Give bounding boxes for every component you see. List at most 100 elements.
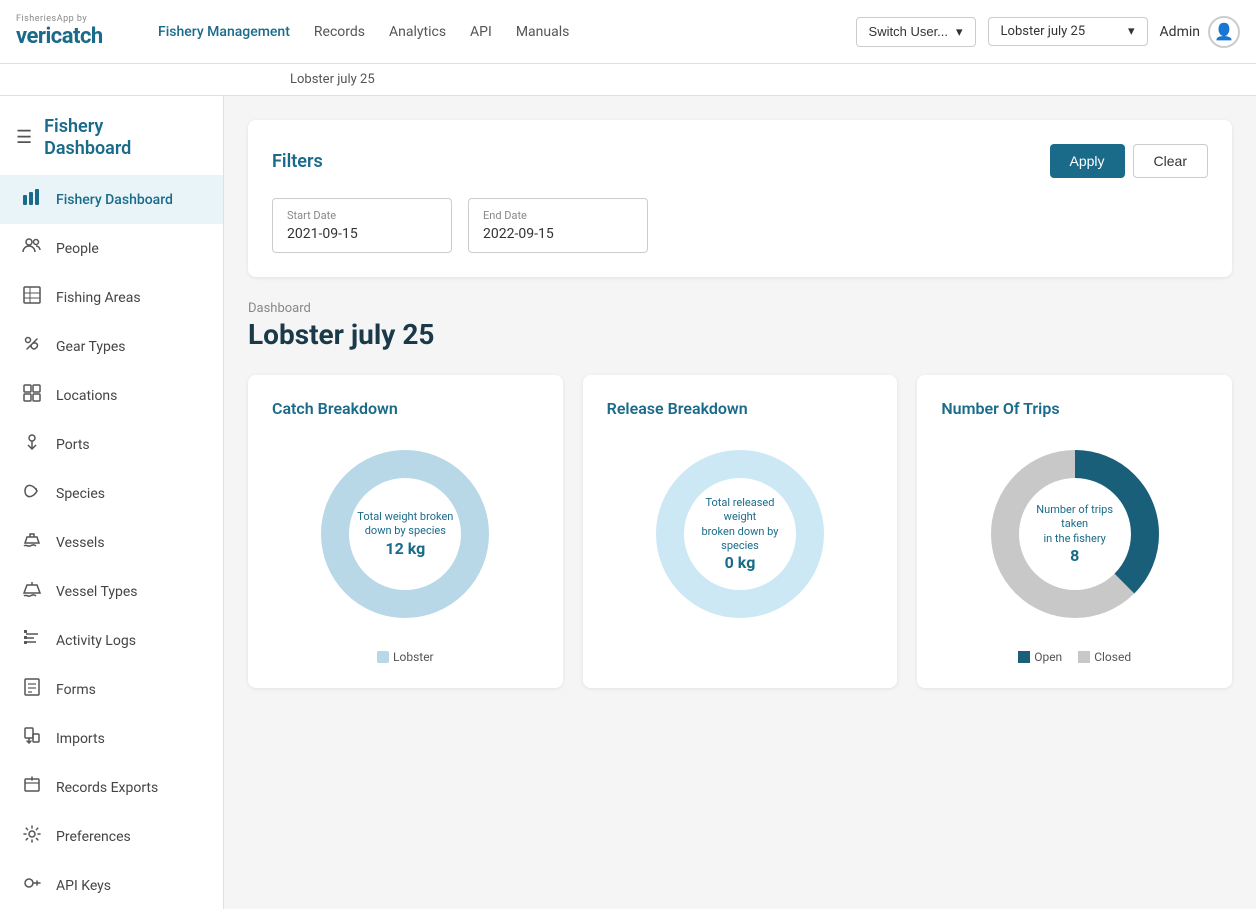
sidebar-item-vessel-types[interactable]: Vessel Types (0, 567, 223, 616)
trips-title: Number Of Trips (941, 399, 1208, 418)
people-icon (20, 236, 44, 261)
ports-icon (20, 432, 44, 457)
sidebar-item-label-gear-types: Gear Types (56, 339, 126, 355)
catch-legend-dot (377, 651, 389, 663)
sidebar-item-imports[interactable]: Imports (0, 714, 223, 763)
sidebar-item-activity-logs[interactable]: Activity Logs (0, 616, 223, 665)
menu-item-fishery-management[interactable]: Fishery Management (158, 20, 290, 44)
sidebar-item-api-keys[interactable]: API Keys (0, 861, 223, 909)
sidebar-item-label-imports: Imports (56, 731, 105, 747)
sidebar: ☰ Fishery Dashboard Fishery Dashboard (0, 96, 224, 909)
sidebar-item-species[interactable]: Species (0, 469, 223, 518)
sidebar-item-label-preferences: Preferences (56, 829, 131, 845)
gear-types-icon (20, 334, 44, 359)
dashboard-label: Dashboard (248, 301, 1232, 316)
menu-item-records[interactable]: Records (314, 20, 365, 44)
sidebar-header: ☰ Fishery Dashboard (0, 96, 223, 167)
logo-image: FisheriesApp by vericatch (16, 14, 126, 50)
logo: FisheriesApp by vericatch (16, 14, 126, 50)
sidebar-item-locations[interactable]: Locations (0, 371, 223, 420)
sidebar-title: Fishery Dashboard (44, 116, 131, 159)
hamburger-icon[interactable]: ☰ (16, 127, 32, 148)
records-exports-icon (20, 775, 44, 800)
release-donut-container: Total released weightbroken down by spec… (607, 434, 874, 650)
sidebar-item-label-forms: Forms (56, 682, 96, 698)
catch-legend-label: Lobster (393, 650, 434, 664)
sidebar-item-vessels[interactable]: Vessels (0, 518, 223, 567)
clear-button[interactable]: Clear (1133, 144, 1208, 178)
cards-row: Catch Breakdown Total weight brokendown … (248, 375, 1232, 688)
sidebar-nav: Fishery Dashboard People (0, 167, 223, 909)
sidebar-item-label-ports: Ports (56, 437, 90, 453)
catch-center-label: Total weight brokendown by species (357, 510, 453, 539)
topnav-right: Switch User... ▾ Lobster july 25 ▾ Admin… (856, 16, 1240, 48)
preferences-icon (20, 824, 44, 849)
topnav: FisheriesApp by vericatch Fishery Manage… (0, 0, 1256, 64)
sidebar-item-label-activity-logs: Activity Logs (56, 633, 136, 649)
end-date-field[interactable]: End Date 2022-09-15 (468, 198, 648, 253)
switch-user-chevron-icon: ▾ (956, 24, 963, 40)
sidebar-item-label-api-keys: API Keys (56, 878, 111, 894)
menu-item-manuals[interactable]: Manuals (516, 20, 570, 44)
top-menu: Fishery Management Records Analytics API… (158, 20, 856, 44)
trips-closed-dot (1078, 651, 1090, 663)
sidebar-item-label-people: People (56, 241, 99, 257)
switch-user-button[interactable]: Switch User... ▾ (856, 17, 976, 47)
sidebar-item-forms[interactable]: Forms (0, 665, 223, 714)
trips-center-value: 8 (1025, 546, 1125, 565)
sidebar-item-people[interactable]: People (0, 224, 223, 273)
start-date-field[interactable]: Start Date 2021-09-15 (272, 198, 452, 253)
sidebar-item-records-exports[interactable]: Records Exports (0, 763, 223, 812)
locations-icon (20, 383, 44, 408)
trips-card: Number Of Trips Number of trips taken (917, 375, 1232, 688)
apply-button[interactable]: Apply (1050, 144, 1125, 178)
species-icon (20, 481, 44, 506)
filters-row: Start Date 2021-09-15 End Date 2022-09-1… (272, 198, 1208, 253)
catch-breakdown-title: Catch Breakdown (272, 399, 539, 418)
menu-item-api[interactable]: API (470, 20, 492, 44)
admin-section[interactable]: Admin 👤 (1160, 16, 1240, 48)
main-content: Filters Apply Clear Start Date 2021-09-1… (224, 96, 1256, 909)
sidebar-item-ports[interactable]: Ports (0, 420, 223, 469)
catch-donut-wrapper: Total weight brokendown by species 12 kg (305, 434, 505, 634)
fishery-chevron-icon: ▾ (1128, 24, 1135, 39)
filters-actions: Apply Clear (1050, 144, 1209, 178)
trips-legend: Open Closed (1018, 650, 1131, 664)
breadcrumb: Lobster july 25 (0, 64, 1256, 96)
trips-open-label: Open (1034, 650, 1062, 664)
sidebar-item-fishing-areas[interactable]: Fishing Areas (0, 273, 223, 322)
release-breakdown-title: Release Breakdown (607, 399, 874, 418)
release-breakdown-card: Release Breakdown Total released weightb… (583, 375, 898, 688)
vessel-types-icon (20, 579, 44, 604)
catch-legend: Lobster (377, 650, 434, 664)
start-date-label: Start Date (287, 209, 437, 222)
admin-label: Admin (1160, 24, 1200, 40)
start-date-value: 2021-09-15 (287, 226, 437, 242)
dashboard-title: Lobster july 25 (248, 318, 1232, 351)
fishery-select-label: Lobster july 25 (1001, 24, 1086, 39)
avatar[interactable]: 👤 (1208, 16, 1240, 48)
sidebar-item-preferences[interactable]: Preferences (0, 812, 223, 861)
imports-icon (20, 726, 44, 751)
bar-chart-icon (20, 187, 44, 212)
logo-text-top: FisheriesApp by (16, 14, 126, 24)
activity-logs-icon (20, 628, 44, 653)
sidebar-item-gear-types[interactable]: Gear Types (0, 322, 223, 371)
vessels-icon (20, 530, 44, 555)
trips-donut-wrapper: Number of trips takenin the fishery 8 (975, 434, 1175, 634)
sidebar-item-label-records-exports: Records Exports (56, 780, 158, 796)
filters-title: Filters (272, 151, 323, 172)
sidebar-item-fishery-dashboard[interactable]: Fishery Dashboard (0, 175, 223, 224)
trips-legend-closed: Closed (1078, 650, 1131, 664)
trips-legend-open: Open (1018, 650, 1062, 664)
layout: ☰ Fishery Dashboard Fishery Dashboard (0, 96, 1256, 909)
menu-item-analytics[interactable]: Analytics (389, 20, 446, 44)
fishery-selector[interactable]: Lobster july 25 ▾ (988, 17, 1148, 46)
catch-donut-center: Total weight brokendown by species 12 kg (357, 510, 453, 558)
api-keys-icon (20, 873, 44, 898)
filters-panel: Filters Apply Clear Start Date 2021-09-1… (248, 120, 1232, 277)
catch-center-value: 12 kg (357, 539, 453, 558)
sidebar-item-label-fishing-areas: Fishing Areas (56, 290, 141, 306)
logo-text-main: vericatch (16, 24, 126, 49)
release-center-value: 0 kg (690, 553, 790, 572)
